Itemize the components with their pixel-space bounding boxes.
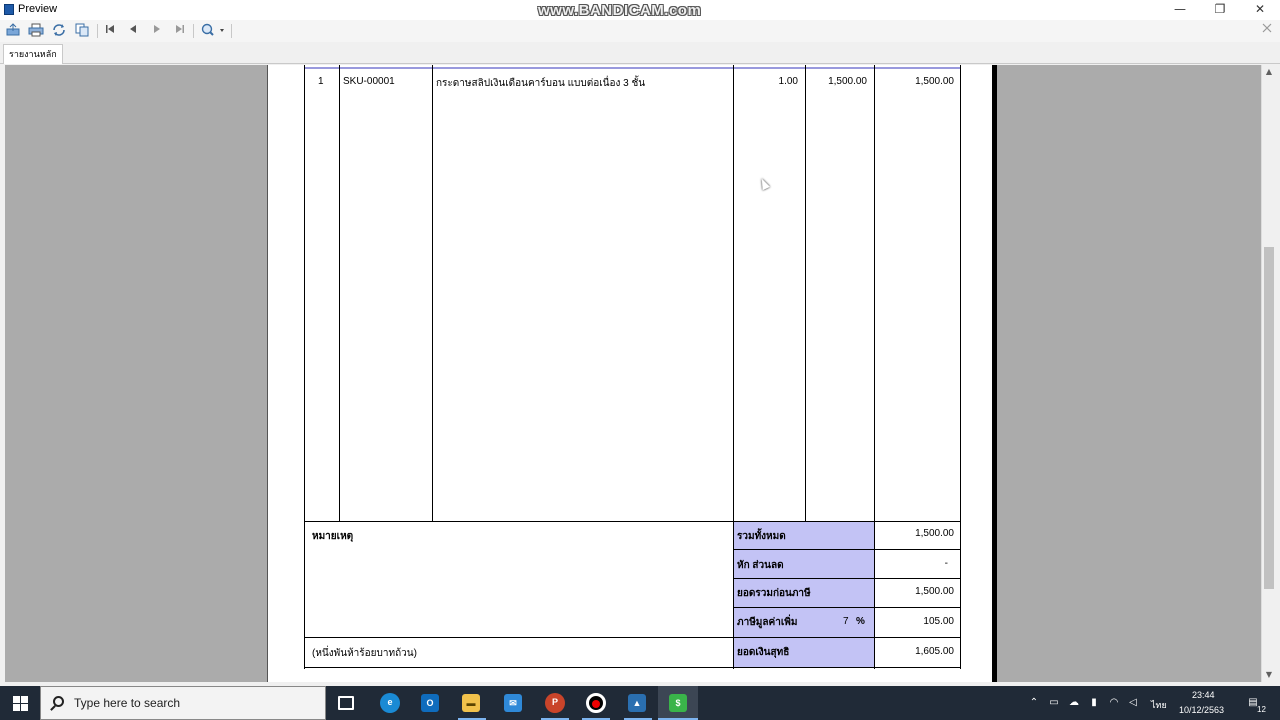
windows-logo-icon	[13, 696, 20, 703]
powerpoint-icon[interactable]: P	[545, 693, 565, 713]
column-divider	[339, 65, 340, 521]
table-bottom-rule	[304, 667, 961, 668]
tab-bar: รายงานหลัก	[0, 42, 1280, 64]
pre-tax-value: 1,500.00	[915, 586, 954, 597]
taskbar: Type here to search e O ▬ ✉ P ▲ $ ⌃ ▭ ☁ …	[0, 686, 1280, 720]
windows-logo-icon	[21, 704, 28, 711]
pre-tax-label: ยอดรวมก่อนภาษี	[737, 588, 811, 599]
column-divider	[432, 65, 433, 521]
toolbar-separator	[97, 24, 98, 38]
toolbar	[0, 20, 1280, 42]
bandicam-watermark: www.BANDICAM.com	[538, 2, 702, 19]
report-page: 1 SKU-00001 กระดาษสลิปเงินเดือนคาร์บอน แ…	[268, 65, 997, 682]
row-description: กระดาษสลิปเงินเดือนคาร์บอน แบบต่อเนื่อง …	[436, 78, 646, 89]
header-bottom-rule	[304, 67, 961, 69]
start-button[interactable]	[0, 686, 40, 720]
close-button[interactable]: ✕	[1240, 0, 1280, 20]
remark-label: หมายเหตุ	[312, 531, 354, 542]
row-index: 1	[318, 76, 324, 87]
toolbar-separator	[193, 24, 194, 38]
battery-icon[interactable]: ▮	[1088, 697, 1100, 709]
vat-percent: %	[856, 616, 865, 627]
first-page-icon[interactable]	[101, 23, 119, 39]
search-box[interactable]: Type here to search	[40, 686, 326, 720]
clock-date[interactable]: 10/12/2563	[1179, 705, 1224, 715]
toolbar-separator	[231, 24, 232, 38]
edge-icon[interactable]: e	[380, 693, 400, 713]
scrollbar-thumb[interactable]	[1264, 247, 1274, 589]
task-view-icon[interactable]	[338, 696, 354, 710]
outlook-icon[interactable]: O	[421, 694, 439, 712]
photos-icon[interactable]: ▲	[628, 694, 646, 712]
line-app-icon[interactable]: $	[669, 694, 687, 712]
title-bar: Preview www.BANDICAM.com — ❐ ✕	[0, 0, 1280, 20]
search-icon	[53, 696, 64, 707]
tab-main-report[interactable]: รายงานหลัก	[3, 44, 63, 64]
language-indicator[interactable]: ไทย	[1151, 698, 1167, 712]
close-icon[interactable]	[1258, 23, 1276, 39]
summary-rule	[733, 549, 961, 550]
display-icon[interactable]: ▭	[1048, 697, 1060, 709]
minimize-button[interactable]: —	[1160, 0, 1200, 20]
report-viewer: 1 SKU-00001 กระดาษสลิปเงินเดือนคาร์บอน แ…	[5, 65, 1261, 682]
row-amount: 1,500.00	[915, 76, 954, 87]
copy-icon[interactable]	[73, 23, 91, 39]
app-icon	[4, 4, 14, 15]
volume-icon[interactable]: ◁	[1127, 697, 1139, 709]
onedrive-icon[interactable]: ☁	[1068, 697, 1080, 709]
windows-logo-icon	[21, 696, 28, 703]
mail-icon[interactable]: ✉	[504, 694, 522, 712]
total-label: รวมทั้งหมด	[737, 531, 786, 542]
row-sku: SKU-00001	[343, 76, 395, 87]
amount-in-words: (หนึ่งพันห้าร้อยบาทถ้วน)	[312, 648, 417, 659]
vat-label: ภาษีมูลค่าเพิ่ม	[737, 617, 798, 628]
refresh-icon[interactable]	[50, 23, 68, 39]
restore-button[interactable]: ❐	[1200, 0, 1240, 20]
net-value: 1,605.00	[915, 646, 954, 657]
vat-value: 105.00	[923, 616, 954, 627]
next-page-icon[interactable]	[148, 23, 166, 39]
table-border-left	[304, 65, 305, 669]
vertical-scrollbar[interactable]: ▲ ▼	[1261, 65, 1275, 682]
vat-rate: 7	[843, 616, 849, 627]
row-unit-price: 1,500.00	[828, 76, 867, 87]
discount-label: หัก ส่วนลด	[737, 560, 784, 571]
wifi-icon[interactable]: ◠	[1108, 697, 1120, 709]
prev-page-icon[interactable]	[124, 23, 142, 39]
summary-rule	[733, 607, 961, 608]
window-title: Preview	[18, 3, 58, 15]
file-explorer-icon[interactable]: ▬	[462, 694, 480, 712]
summary-rule	[733, 578, 961, 579]
export-icon[interactable]	[4, 23, 22, 39]
notification-count: 12	[1257, 705, 1266, 714]
net-label: ยอดเงินสุทธิ	[737, 647, 790, 658]
last-page-icon[interactable]	[171, 23, 189, 39]
row-qty: 1.00	[778, 76, 798, 87]
discount-value: -	[944, 558, 948, 569]
summary-rule	[304, 637, 961, 638]
clock-time[interactable]: 23:44	[1192, 690, 1215, 700]
scroll-up-icon[interactable]: ▲	[1262, 65, 1276, 79]
column-divider	[805, 65, 806, 521]
chevron-up-icon[interactable]: ⌃	[1028, 697, 1040, 709]
search-placeholder: Type here to search	[74, 696, 181, 710]
zoom-icon[interactable]	[199, 23, 227, 39]
windows-logo-icon	[13, 704, 20, 711]
total-value: 1,500.00	[915, 528, 954, 539]
print-icon[interactable]	[27, 23, 45, 39]
bandicam-icon[interactable]	[586, 693, 606, 713]
scroll-down-icon[interactable]: ▼	[1262, 668, 1276, 682]
